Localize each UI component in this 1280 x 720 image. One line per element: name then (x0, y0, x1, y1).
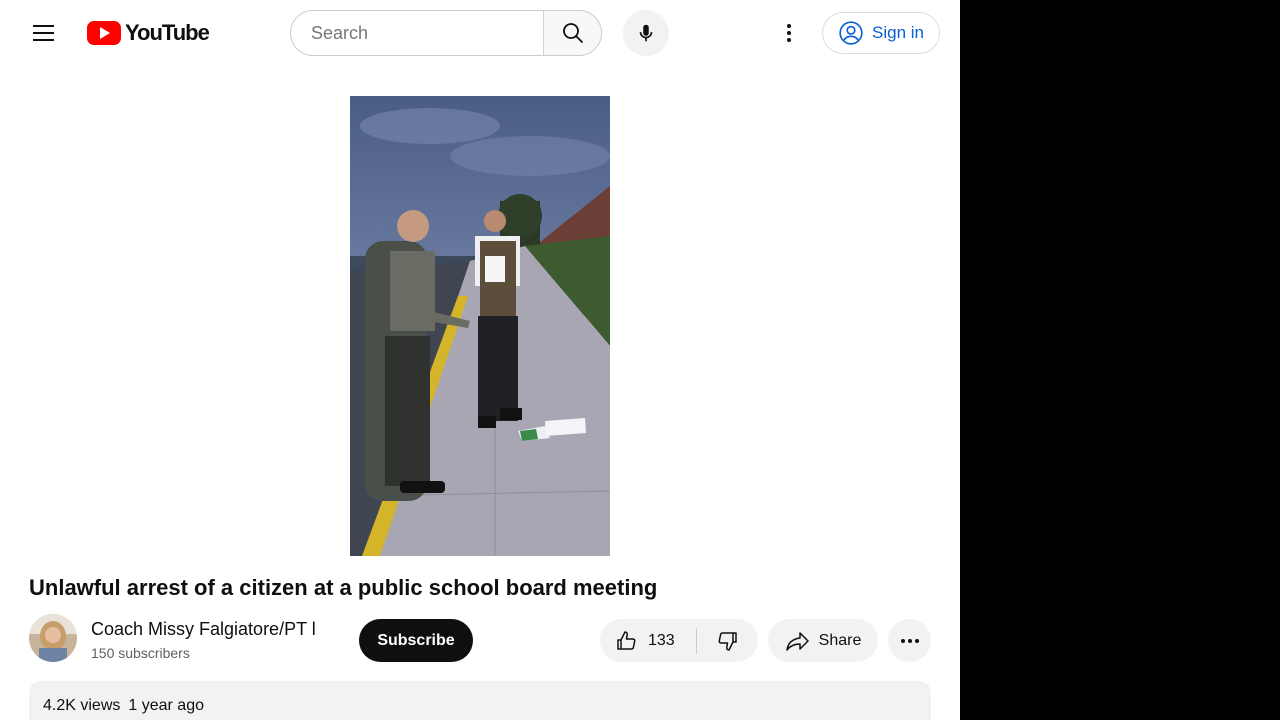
video-title: Unlawful arrest of a citizen at a public… (29, 575, 658, 600)
subscriber-count: 150 subscribers (91, 645, 190, 661)
like-dislike-group: 133 (600, 619, 758, 662)
menu-icon[interactable] (24, 14, 62, 52)
thumbs-up-icon (617, 630, 636, 650)
video-meta: 4.2K views 1 year ago (43, 697, 204, 715)
account-icon (839, 21, 863, 45)
channel-name[interactable]: Coach Missy Falgiatore/PT l (91, 619, 331, 640)
description-box[interactable]: 4.2K views 1 year ago (29, 681, 931, 720)
subscribe-button[interactable]: Subscribe (359, 619, 473, 662)
youtube-play-icon (87, 21, 121, 45)
like-count: 133 (648, 631, 675, 649)
search-icon (562, 23, 583, 43)
view-count: 4.2K views (43, 697, 121, 714)
video-player[interactable] (350, 96, 610, 556)
youtube-page: YouTube Sign in (0, 0, 960, 720)
search-bar (290, 10, 602, 56)
more-actions-icon[interactable] (888, 619, 931, 662)
like-button[interactable]: 133 (600, 619, 696, 662)
dislike-button[interactable] (697, 619, 758, 662)
black-side-panel (960, 0, 1280, 720)
upload-age: 1 year ago (128, 697, 204, 714)
video-frame (350, 96, 610, 556)
search-input[interactable] (291, 11, 543, 55)
share-label: Share (818, 631, 862, 649)
share-button[interactable]: Share (768, 619, 878, 662)
microphone-icon (639, 24, 653, 42)
avatar-image (29, 614, 77, 662)
sign-in-label: Sign in (872, 23, 924, 42)
channel-avatar[interactable] (29, 614, 77, 662)
sign-in-button[interactable]: Sign in (822, 12, 940, 54)
search-button[interactable] (543, 11, 601, 55)
voice-search-button[interactable] (623, 10, 669, 56)
thumbs-down-icon (718, 631, 737, 651)
settings-menu-icon[interactable] (770, 14, 808, 52)
share-icon (785, 631, 809, 651)
logo-text: YouTube (125, 20, 210, 45)
youtube-logo[interactable]: YouTube (87, 20, 210, 46)
